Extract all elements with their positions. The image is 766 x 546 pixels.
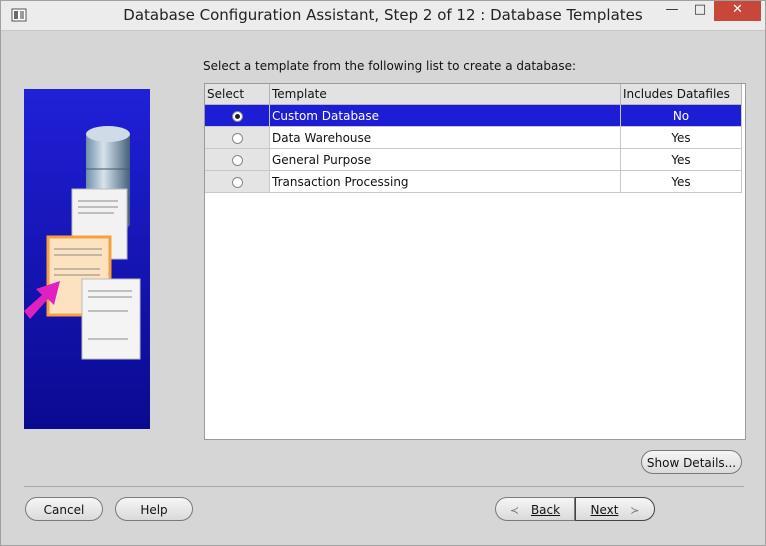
radio-button[interactable] — [231, 132, 243, 144]
select-cell[interactable] — [205, 148, 270, 171]
cancel-button[interactable]: Cancel — [25, 497, 103, 521]
back-button[interactable]: ≺ Back — [495, 497, 575, 521]
next-arrow-icon: ≻ — [630, 504, 640, 517]
table-row[interactable]: Data Warehouse Yes — [205, 126, 742, 149]
maximize-button[interactable]: □ — [687, 1, 713, 21]
template-name[interactable]: Data Warehouse — [269, 126, 621, 149]
table-row[interactable]: Custom Database No — [205, 104, 742, 127]
select-cell[interactable] — [205, 126, 270, 149]
templates-table[interactable]: Select Template Includes Datafiles Custo… — [204, 83, 746, 440]
dialog-window: Database Configuration Assistant, Step 2… — [0, 0, 766, 546]
show-details-button[interactable]: Show Details... — [641, 450, 742, 474]
template-name[interactable]: Transaction Processing — [269, 170, 621, 193]
instruction-text: Select a template from the following lis… — [203, 59, 577, 73]
select-cell[interactable] — [205, 104, 270, 127]
template-name[interactable]: Custom Database — [269, 104, 621, 127]
includes-datafiles-value: Yes — [620, 148, 742, 171]
back-button-label: Back — [530, 503, 561, 517]
back-arrow-icon: ≺ — [509, 504, 520, 517]
column-header-includes-datafiles[interactable]: Includes Datafiles — [620, 84, 742, 105]
radio-button-selected[interactable] — [231, 110, 243, 122]
title-bar[interactable]: Database Configuration Assistant, Step 2… — [1, 1, 765, 31]
radio-button[interactable] — [231, 176, 243, 188]
window-title: Database Configuration Assistant, Step 2… — [123, 6, 643, 24]
table-row[interactable]: Transaction Processing Yes — [205, 170, 742, 193]
table-header-row: Select Template Includes Datafiles — [205, 84, 742, 105]
includes-datafiles-value: Yes — [620, 170, 742, 193]
column-header-select[interactable]: Select — [205, 84, 270, 105]
separator — [24, 486, 744, 487]
column-header-template[interactable]: Template — [269, 84, 621, 105]
help-button[interactable]: Help — [115, 497, 193, 521]
includes-datafiles-value: No — [620, 104, 742, 127]
dialog-content: Select a template from the following lis… — [9, 31, 759, 539]
select-cell[interactable] — [205, 170, 270, 193]
next-button[interactable]: Next ≻ — [575, 497, 655, 521]
includes-datafiles-value: Yes — [620, 126, 742, 149]
table-row[interactable]: General Purpose Yes — [205, 148, 742, 171]
template-name[interactable]: General Purpose — [269, 148, 621, 171]
minimize-button[interactable]: — — [659, 1, 685, 21]
close-button[interactable]: ✕ — [714, 1, 761, 21]
radio-button[interactable] — [231, 154, 243, 166]
next-button-label: Next — [590, 503, 619, 517]
database-illustration — [24, 89, 150, 429]
